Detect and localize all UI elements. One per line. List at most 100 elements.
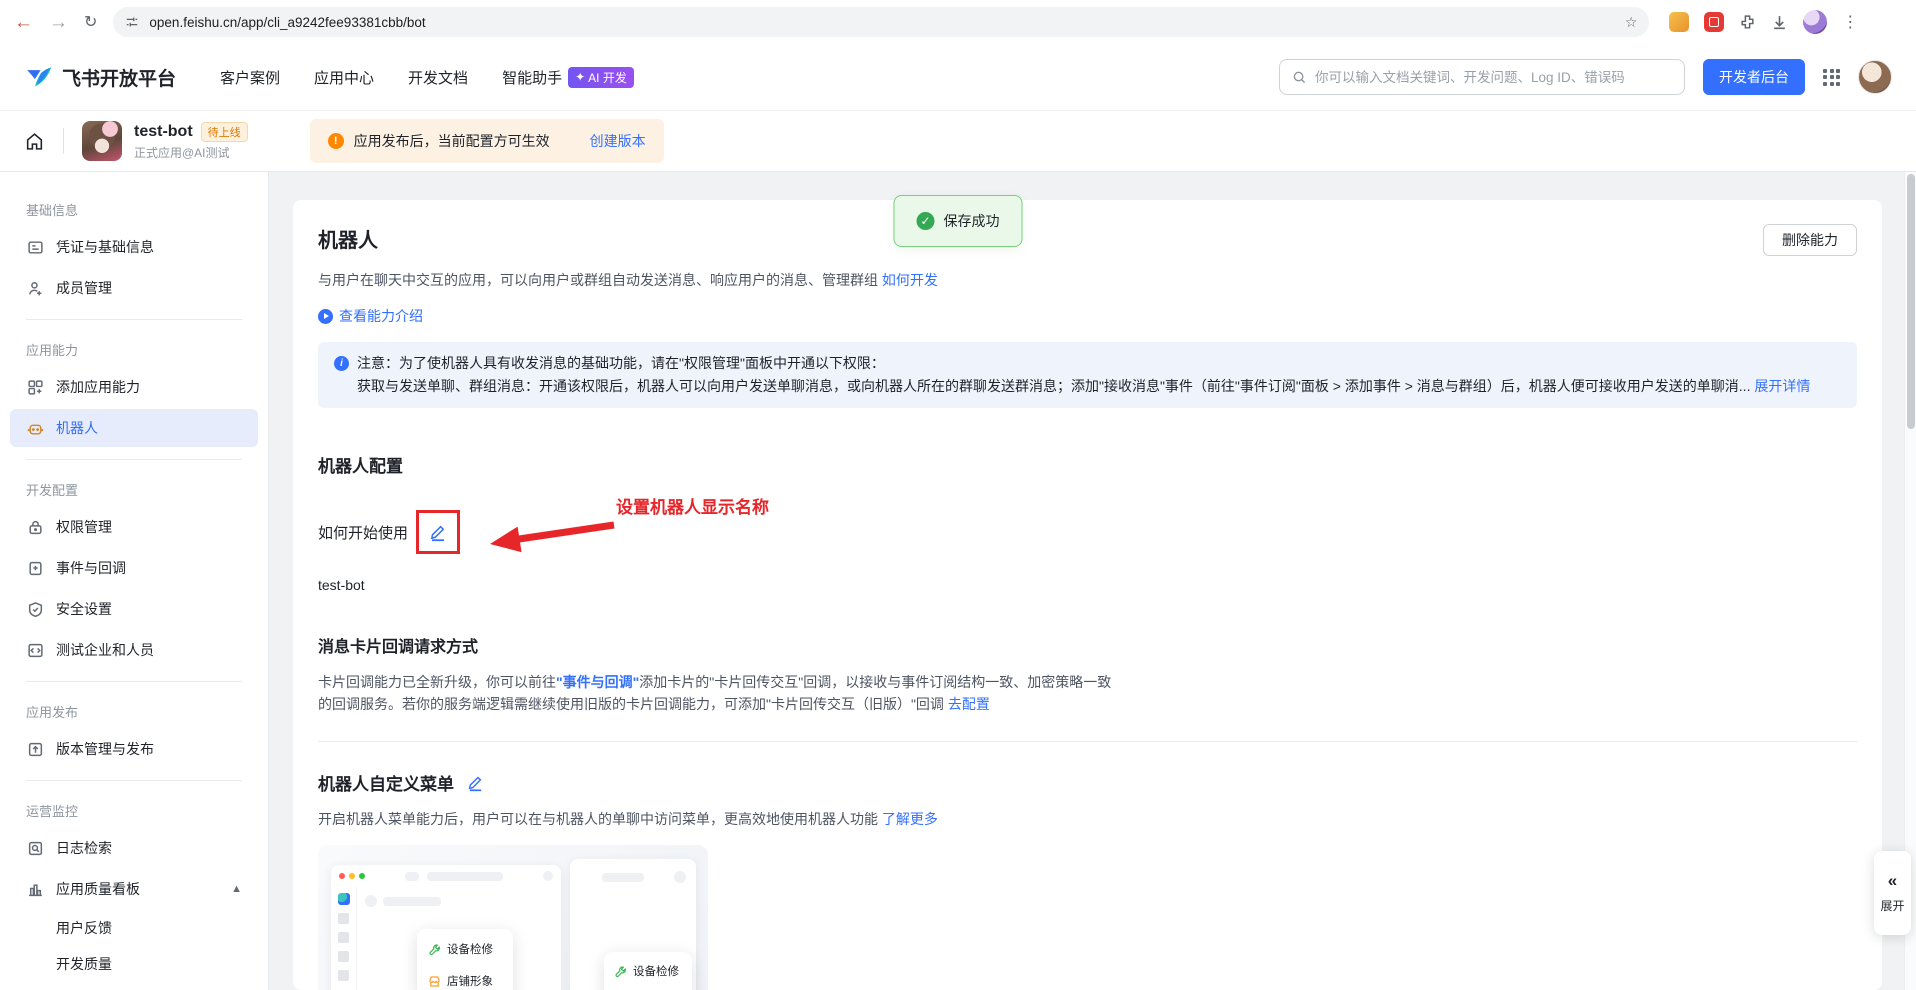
site-settings-icon[interactable] (125, 15, 139, 29)
sidebar-item-quality-dashboard[interactable]: 应用质量看板 ▲ (10, 870, 258, 908)
edit-menu-button[interactable] (466, 773, 485, 792)
feishu-logo-icon (27, 67, 52, 87)
app-grid-icon[interactable] (1823, 68, 1840, 86)
lock-icon (27, 519, 44, 536)
sidebar-item-permissions[interactable]: 权限管理 (10, 508, 258, 546)
nav-item-app-center[interactable]: 应用中心 (314, 67, 374, 88)
doc-search-box[interactable] (1279, 59, 1685, 95)
usage-row: 如何开始使用 设置机器人显示名称 (318, 498, 1857, 555)
sparkle-icon: ✦ (575, 70, 586, 84)
sidebar-item-credentials[interactable]: 凭证与基础信息 (10, 228, 258, 266)
annotation-text: 设置机器人显示名称 (616, 498, 769, 517)
nav-item-customer-cases[interactable]: 客户案例 (220, 67, 280, 88)
usage-label: 如何开始使用 (318, 524, 409, 542)
sidebar-item-user-feedback[interactable]: 用户反馈 (10, 911, 258, 945)
code-icon (27, 642, 44, 659)
app-name: test-bot (134, 122, 193, 140)
expand-details-link[interactable]: 展开详情 (1754, 378, 1810, 394)
feishu-logo-brand[interactable]: 飞书开放平台 (24, 62, 176, 92)
event-callback-icon (27, 560, 44, 577)
browser-back-icon[interactable]: ← (14, 13, 33, 32)
robot-icon (27, 420, 44, 437)
browser-menu-icon[interactable]: ⋮ (1842, 12, 1858, 32)
delete-capability-button[interactable]: 删除能力 (1763, 224, 1857, 256)
menu-illustration: 设备检修 店铺形象 .popup::after{left:64%;} (318, 845, 708, 990)
expand-label: 展开 (1880, 899, 1905, 913)
version-publish-icon (27, 741, 44, 758)
extension-red-icon[interactable] (1704, 12, 1725, 32)
menu-item-label: 设备检修 (447, 944, 493, 956)
home-icon[interactable] (24, 131, 45, 152)
sidebar-group-monitoring: 运营监控 (26, 804, 79, 819)
wrench-icon (429, 943, 440, 955)
main-content: 机器人 删除能力 与用户在聊天中交互的应用，可以向用户或群组自动发送消息、响应用… (269, 172, 1916, 990)
sidebar-item-test-company[interactable]: 测试企业和人员 (10, 631, 258, 669)
sidebar-item-security[interactable]: 安全设置 (10, 590, 258, 628)
user-avatar[interactable] (1858, 60, 1892, 94)
divider (63, 128, 64, 154)
sidebar-item-dev-quality[interactable]: 开发质量 (10, 947, 258, 981)
divider (26, 459, 242, 460)
custom-menu-title: 机器人自定义菜单 (318, 775, 454, 794)
bot-description: 与用户在聊天中交互的应用，可以向用户或群组自动发送消息、响应用户的消息、管理群组 (318, 272, 878, 288)
id-card-icon (27, 239, 44, 256)
divider (26, 780, 242, 781)
ai-dev-badge: ✦ AI 开发 (568, 66, 634, 88)
events-callback-link[interactable]: "事件与回调" (556, 674, 639, 690)
extension-notebook-icon[interactable] (1669, 12, 1690, 32)
chevron-up-icon[interactable]: ▲ (231, 883, 242, 895)
how-to-develop-link[interactable]: 如何开发 (882, 272, 938, 288)
scrollbar-thumb[interactable] (1907, 174, 1915, 429)
nav-item-dev-docs[interactable]: 开发文档 (408, 67, 468, 88)
sidebar-item-log-search[interactable]: 日志检索 (10, 829, 258, 867)
sidebar-item-events[interactable]: 事件与回调 (10, 549, 258, 587)
add-capability-icon (27, 379, 44, 396)
bot-capability-card: 机器人 删除能力 与用户在聊天中交互的应用，可以向用户或群组自动发送消息、响应用… (293, 200, 1882, 990)
callback-description: 卡片回调能力已全新升级，你可以前往"事件与回调"添加卡片的"卡片回传交互"回调，… (318, 674, 1112, 712)
expand-panel-tab[interactable]: « 展开 (1874, 851, 1911, 935)
app-info-bar: test-bot 待上线 正式应用@AI测试 ! 应用发布后，当前配置方可生效 … (0, 110, 1916, 247)
publish-warning-banner: ! 应用发布后，当前配置方可生效 创建版本 (309, 119, 664, 163)
traffic-light-red (339, 873, 345, 879)
sidebar: 基础信息 凭证与基础信息 成员管理 应用能力 添加应用能力 机器人 开发配置 权… (0, 172, 269, 990)
notice-line2: 获取与发送单聊、群组消息：开通该权限后，机器人可以向用户发送单聊消息，或向机器人… (357, 378, 1751, 394)
mobile-mockup: 设备检修 店铺形象 ≡ 每日巡检 (570, 859, 696, 990)
search-icon (1293, 71, 1306, 83)
edit-bot-name-button[interactable] (416, 510, 461, 554)
bot-config-title: 机器人配置 (318, 457, 403, 476)
top-navigation: 飞书开放平台 客户案例 应用中心 开发文档 智能助手 ✦AI 开发 开发者后台 (0, 44, 1916, 110)
page-title: 机器人 (318, 230, 378, 252)
warning-text: 应用发布后，当前配置方可生效 (353, 133, 550, 149)
divider (26, 319, 242, 320)
go-configure-link[interactable]: 去配置 (948, 696, 990, 712)
downloads-icon[interactable] (1771, 14, 1788, 31)
divider (26, 681, 242, 682)
extensions-puzzle-icon[interactable] (1739, 14, 1756, 31)
url-text: open.feishu.cn/app/cli_a9242fee93381cbb/… (149, 14, 426, 30)
sidebar-item-bot[interactable]: 机器人 (10, 409, 258, 447)
capability-intro-link[interactable]: 查看能力介绍 (339, 306, 423, 326)
nav-item-ai-assistant[interactable]: 智能助手 ✦ AI 开发 (502, 66, 634, 88)
learn-more-link[interactable]: 了解更多 (882, 811, 938, 827)
dev-console-button[interactable]: 开发者后台 (1703, 59, 1805, 95)
pencil-icon (468, 776, 482, 792)
shield-check-icon (27, 601, 44, 618)
browser-reload-icon[interactable]: ↻ (84, 12, 97, 32)
bookmark-star-icon[interactable]: ☆ (1625, 14, 1638, 31)
search-input[interactable] (1315, 69, 1672, 85)
sidebar-item-members[interactable]: 成员管理 (10, 269, 258, 307)
sidebar-item-add-capability[interactable]: 添加应用能力 (10, 368, 258, 406)
sidebar-group-basic-info: 基础信息 (26, 203, 79, 218)
address-bar[interactable]: open.feishu.cn/app/cli_a9242fee93381cbb/… (113, 7, 1650, 37)
traffic-light-yellow (349, 873, 355, 879)
mock-app-logo (337, 893, 350, 905)
notice-line1: 注意：为了使机器人具有收发消息的基础功能，请在"权限管理"面板中开通以下权限： (357, 355, 885, 371)
divider (318, 741, 1857, 742)
sidebar-group-release: 应用发布 (26, 705, 79, 720)
sidebar-item-version-release[interactable]: 版本管理与发布 (10, 730, 258, 768)
browser-profile-avatar[interactable] (1803, 10, 1828, 34)
traffic-light-green (359, 873, 365, 879)
success-check-icon: ✓ (916, 212, 935, 230)
create-version-link[interactable]: 创建版本 (590, 131, 646, 151)
browser-forward-icon[interactable]: → (49, 13, 68, 32)
